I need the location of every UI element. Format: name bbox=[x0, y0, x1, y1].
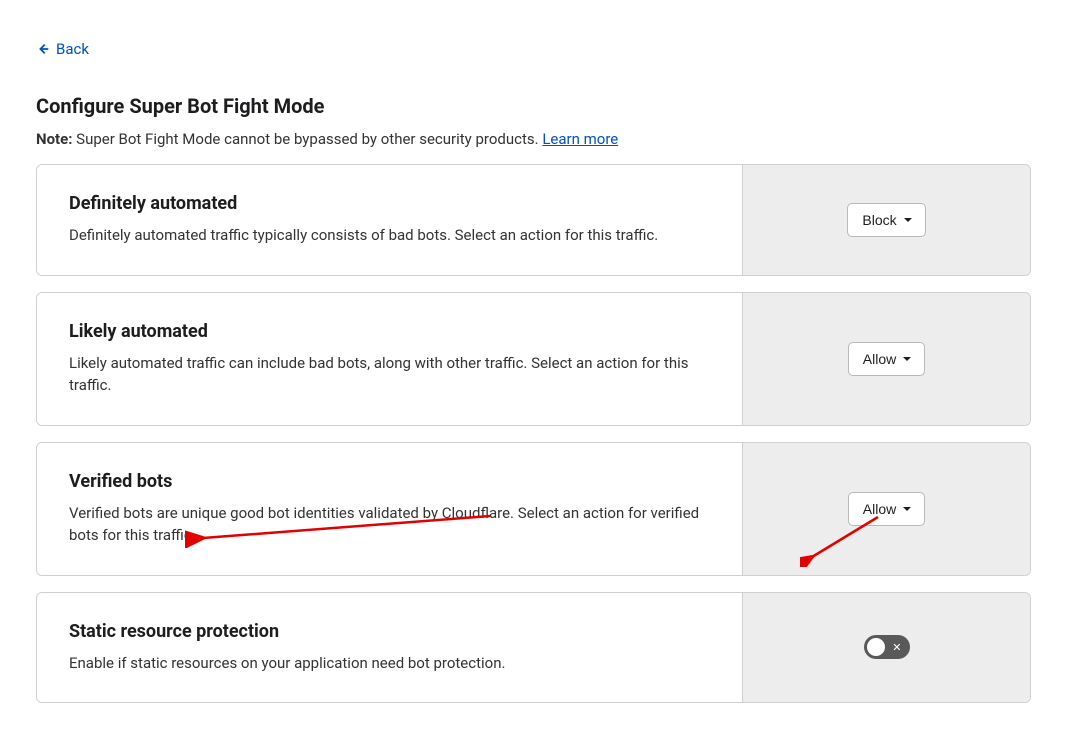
card-static-resource: Static resource protection Enable if sta… bbox=[36, 592, 1031, 704]
note-line: Note: Super Bot Fight Mode cannot be byp… bbox=[36, 130, 1031, 148]
card-definitely-automated: Definitely automated Definitely automate… bbox=[36, 164, 1031, 276]
select-label: Allow bbox=[863, 501, 896, 517]
card-left: Likely automated Likely automated traffi… bbox=[37, 293, 742, 425]
learn-more-link[interactable]: Learn more bbox=[542, 130, 618, 148]
caret-down-icon bbox=[903, 215, 913, 225]
card-desc: Enable if static resources on your appli… bbox=[69, 652, 710, 675]
select-label: Allow bbox=[863, 351, 896, 367]
card-right: Block bbox=[742, 165, 1030, 275]
toggle-knob bbox=[867, 638, 885, 656]
note-text: Super Bot Fight Mode cannot be bypassed … bbox=[72, 130, 542, 148]
card-verified-bots: Verified bots Verified bots are unique g… bbox=[36, 442, 1031, 576]
card-right: Allow bbox=[742, 293, 1030, 425]
card-right: Allow bbox=[742, 443, 1030, 575]
card-left: Static resource protection Enable if sta… bbox=[37, 593, 742, 703]
card-title: Likely automated bbox=[69, 321, 710, 342]
toggle-static-resource[interactable]: ✕ bbox=[864, 635, 910, 659]
card-likely-automated: Likely automated Likely automated traffi… bbox=[36, 292, 1031, 426]
note-label: Note: bbox=[36, 130, 72, 148]
action-select-verified[interactable]: Allow bbox=[848, 492, 925, 526]
card-desc: Definitely automated traffic typically c… bbox=[69, 224, 710, 247]
card-title: Verified bots bbox=[69, 471, 710, 492]
arrow-left-icon bbox=[36, 42, 50, 56]
card-desc: Verified bots are unique good bot identi… bbox=[69, 502, 710, 547]
select-label: Block bbox=[862, 212, 896, 228]
back-link[interactable]: Back bbox=[36, 40, 89, 58]
card-title: Static resource protection bbox=[69, 621, 710, 642]
caret-down-icon bbox=[902, 354, 912, 364]
page-title: Configure Super Bot Fight Mode bbox=[36, 94, 1031, 118]
card-desc: Likely automated traffic can include bad… bbox=[69, 352, 710, 397]
caret-down-icon bbox=[902, 504, 912, 514]
close-icon: ✕ bbox=[892, 642, 901, 653]
card-right: ✕ bbox=[742, 593, 1030, 703]
back-label: Back bbox=[56, 40, 89, 58]
card-left: Definitely automated Definitely automate… bbox=[37, 165, 742, 275]
card-title: Definitely automated bbox=[69, 193, 710, 214]
action-select-definitely[interactable]: Block bbox=[847, 203, 925, 237]
card-left: Verified bots Verified bots are unique g… bbox=[37, 443, 742, 575]
action-select-likely[interactable]: Allow bbox=[848, 342, 925, 376]
